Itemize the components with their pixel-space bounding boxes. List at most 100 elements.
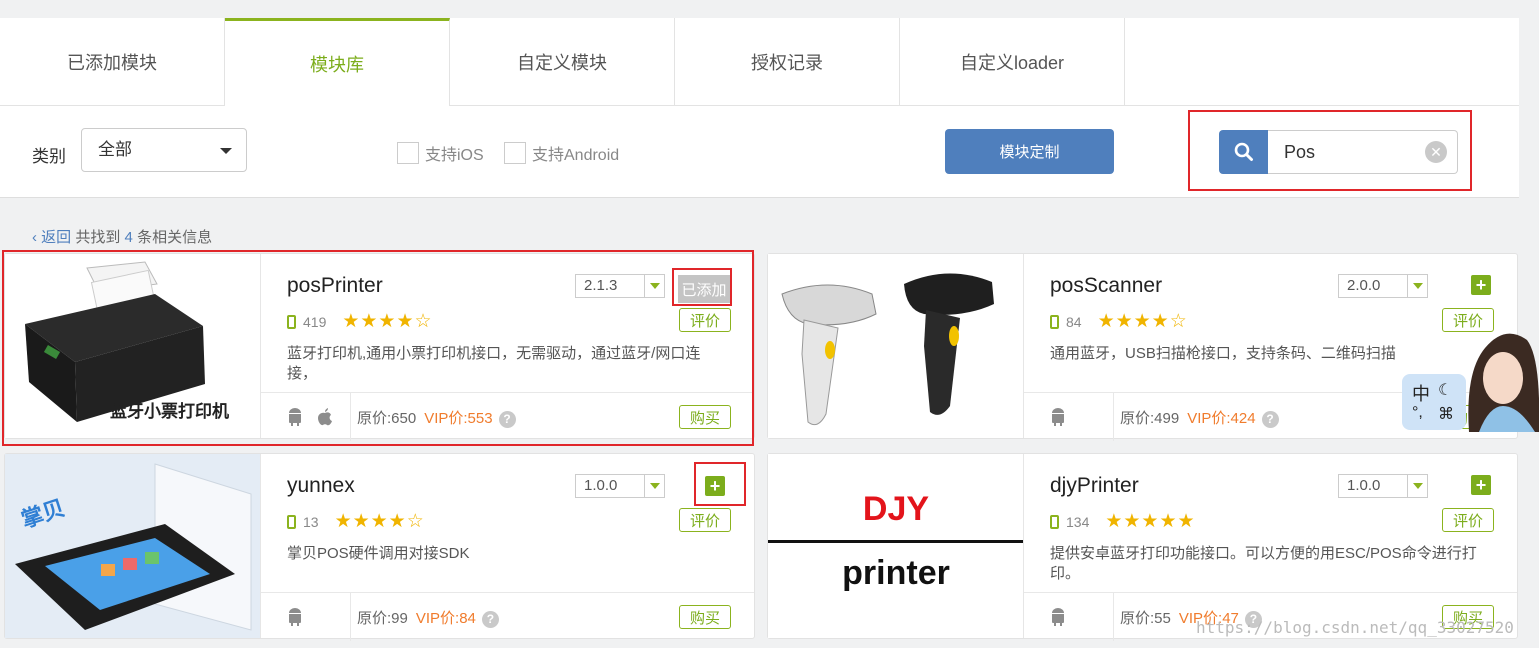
- ime-widget[interactable]: 中 ☾ °, ⌘: [1402, 322, 1539, 432]
- module-thumbnail: 蓝牙小票打印机: [5, 254, 261, 438]
- back-label: 返回: [41, 229, 72, 246]
- watermark-text: https://blog.csdn.net/qq_33027520: [1196, 618, 1514, 637]
- platform-icons: [1024, 393, 1114, 441]
- price-line: 原价:499 VIP价:424?: [1120, 407, 1279, 428]
- module-description: 蓝牙打印机,通用小票打印机接口，无需驱动，通过蓝牙/网口连接，: [287, 345, 701, 382]
- module-meta: 84 ★★★★☆: [1050, 310, 1188, 333]
- add-button[interactable]: +: [1471, 275, 1491, 295]
- module-custom-button[interactable]: 模块定制: [945, 129, 1114, 174]
- ime-toolbar[interactable]: 中 ☾ °, ⌘: [1402, 374, 1466, 430]
- platform-icons: [261, 593, 351, 641]
- add-button[interactable]: +: [1471, 475, 1491, 495]
- price-line: 原价:650 VIP价:553?: [357, 407, 516, 428]
- help-icon[interactable]: ?: [1261, 411, 1279, 428]
- version-value: 1.0.0: [584, 477, 618, 494]
- checkbox-box[interactable]: [397, 142, 419, 164]
- filter-bar: 类别 全部 支持iOS 支持Android 模块定制 ✕: [0, 106, 1519, 198]
- price-line: 原价:99 VIP价:84?: [357, 607, 499, 628]
- tab-custom-modules[interactable]: 自定义模块: [450, 18, 675, 106]
- original-price: 原价:55: [1120, 610, 1171, 627]
- module-thumbnail: [768, 254, 1024, 438]
- module-meta: 419 ★★★★☆: [287, 310, 433, 333]
- thumb-line1: DJY: [863, 490, 929, 528]
- download-count: 84: [1066, 313, 1082, 330]
- platform-icons: [1024, 593, 1114, 641]
- result-suffix: 条相关信息: [137, 229, 213, 246]
- tab-module-library[interactable]: 模块库: [225, 18, 450, 106]
- rating-stars: ★★★★☆: [1097, 311, 1188, 332]
- module-card-yunnex: 掌贝 yunnex 1.0.0 + 评价 13 ★★★★☆ 掌贝POS硬件调用对…: [4, 453, 755, 641]
- card-footer: 原价:650 VIP价:553? 购买: [261, 392, 754, 441]
- phone-icon: [287, 314, 296, 329]
- version-select[interactable]: 1.0.0: [1338, 474, 1428, 498]
- rating-stars: ★★★★☆: [334, 511, 425, 532]
- chevron-down-icon: [1407, 475, 1427, 497]
- chevron-down-icon: [644, 275, 664, 297]
- card-footer: 原价:99 VIP价:84? 购买: [261, 592, 754, 641]
- android-icon: [1052, 608, 1064, 626]
- rating-stars: ★★★★★: [1105, 511, 1196, 532]
- android-icon: [289, 408, 301, 426]
- checkbox-box[interactable]: [504, 142, 526, 164]
- version-value: 1.0.0: [1347, 477, 1381, 494]
- vip-price: VIP价:553: [424, 410, 493, 427]
- module-meta: 134 ★★★★★: [1050, 510, 1196, 533]
- rate-button[interactable]: 评价: [679, 508, 731, 532]
- android-icon: [289, 608, 301, 626]
- pos-terminal-image: 掌贝: [5, 454, 260, 638]
- category-value: 全部: [98, 140, 132, 159]
- category-label: 类别: [32, 147, 66, 166]
- android-icon: [1052, 408, 1064, 426]
- rate-button[interactable]: 评价: [1442, 508, 1494, 532]
- version-value: 2.1.3: [584, 277, 618, 294]
- buy-button[interactable]: 购买: [679, 405, 731, 429]
- version-select[interactable]: 2.0.0: [1338, 274, 1428, 298]
- search-icon: [1234, 142, 1253, 161]
- download-count: 419: [303, 313, 327, 330]
- help-icon[interactable]: ?: [481, 611, 499, 628]
- tab-auth-records[interactable]: 授权记录: [675, 18, 900, 106]
- ime-language: 中: [1412, 384, 1430, 404]
- tab-custom-loader[interactable]: 自定义loader: [900, 18, 1125, 106]
- module-name: djyPrinter: [1050, 474, 1139, 497]
- back-link[interactable]: ‹ 返回: [32, 229, 71, 246]
- buy-button[interactable]: 购买: [679, 605, 731, 629]
- add-button[interactable]: +: [705, 476, 725, 496]
- search-button[interactable]: [1219, 130, 1269, 174]
- module-card-djyprinter: DJY printer djyPrinter 1.0.0 + 评价 134 ★★…: [767, 453, 1518, 641]
- module-meta: 13 ★★★★☆: [287, 510, 425, 533]
- module-card-posprinter: 蓝牙小票打印机 posPrinter 2.1.3 已添加 评价 419 ★★★★…: [4, 253, 755, 441]
- download-count: 134: [1066, 513, 1090, 530]
- rate-button[interactable]: 评价: [679, 308, 731, 332]
- module-description: 提供安卓蓝牙打印功能接口。可以方便的用ESC/POS命令进行打印。: [1050, 545, 1477, 582]
- moon-icon: ☾: [1438, 382, 1453, 399]
- butterfly-icon: ⌘: [1438, 406, 1454, 423]
- module-name: posScanner: [1050, 274, 1163, 297]
- djy-logo-image: DJY printer: [768, 490, 1023, 592]
- tab-added-modules[interactable]: 已添加模块: [0, 18, 225, 106]
- android-label: 支持Android: [532, 147, 620, 164]
- module-description: 掌贝POS硬件调用对接SDK: [287, 545, 470, 562]
- module-name: posPrinter: [287, 274, 383, 297]
- rating-stars: ★★★★☆: [342, 311, 433, 332]
- result-prefix: 共找到: [75, 229, 121, 246]
- version-select[interactable]: 2.1.3: [575, 274, 665, 298]
- vip-price: VIP价:84: [415, 610, 476, 627]
- help-icon[interactable]: ?: [498, 411, 516, 428]
- download-count: 13: [303, 513, 319, 530]
- android-checkbox[interactable]: 支持Android: [504, 141, 619, 165]
- ime-avatar: [1468, 333, 1539, 432]
- category-select[interactable]: 全部: [81, 128, 247, 172]
- module-thumbnail: DJY printer: [768, 454, 1024, 638]
- vip-price: VIP价:424: [1187, 410, 1256, 427]
- clear-icon[interactable]: ✕: [1425, 141, 1447, 163]
- chevron-down-icon: [644, 475, 664, 497]
- apple-icon: [318, 408, 332, 426]
- punctuation-icon: °,: [1412, 404, 1423, 421]
- version-select[interactable]: 1.0.0: [575, 474, 665, 498]
- original-price: 原价:99: [357, 610, 408, 627]
- original-price: 原价:499: [1120, 410, 1180, 427]
- thumb-caption: 蓝牙小票打印机: [110, 401, 229, 421]
- added-button[interactable]: 已添加: [678, 275, 730, 303]
- ios-checkbox[interactable]: 支持iOS: [397, 141, 484, 165]
